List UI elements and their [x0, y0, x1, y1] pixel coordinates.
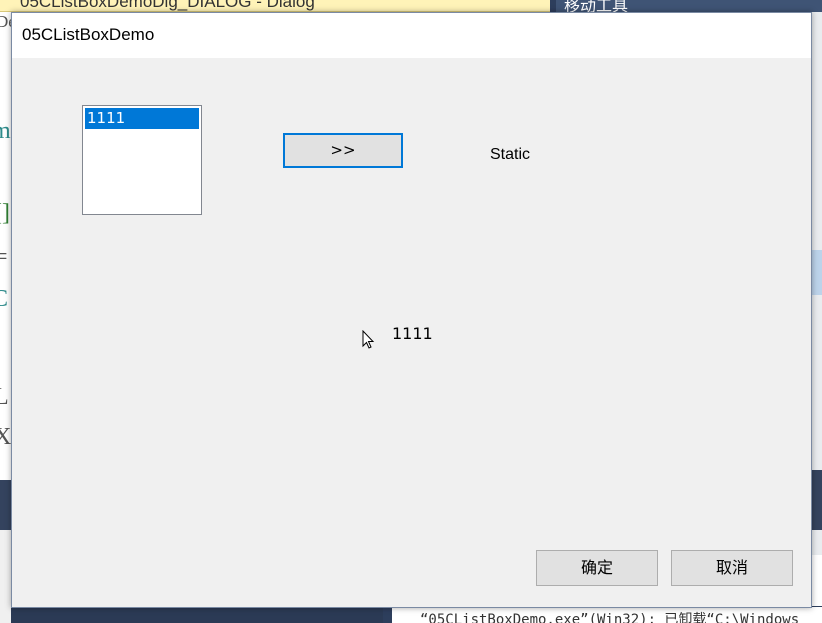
ide-code-fragment: [] — [0, 200, 10, 226]
ide-document-tab-label: 05CListBoxDemoDlg_DIALOG - Dialog — [20, 0, 315, 11]
ide-code-fragment: C — [0, 286, 9, 312]
demo-dialog-window: 05CListBoxDemo 1111 >> Static 1111 确定 取消 — [11, 12, 812, 608]
selected-value-text: 1111 — [392, 324, 433, 343]
ide-code-fragment: L — [0, 384, 9, 410]
ide-output-line: “05CListBoxDemo.exe”(Win32): 已卸载“C:\Wind… — [420, 612, 800, 623]
dialog-title: 05CListBoxDemo — [22, 25, 155, 44]
ide-panel-divider — [0, 480, 11, 530]
ide-right-panel-selection — [811, 250, 822, 295]
dialog-title-bar[interactable]: 05CListBoxDemo — [12, 13, 811, 58]
static-label: Static — [490, 146, 531, 163]
ide-left-panel — [0, 530, 11, 623]
ide-toolbox-title: 移动工具 — [564, 0, 629, 12]
ide-toolbox-header: 移动工具 — [556, 0, 822, 12]
cancel-button[interactable]: 取消 — [671, 550, 793, 586]
listbox-item-selected[interactable]: 1111 — [85, 108, 199, 129]
ide-right-panel — [811, 12, 822, 623]
ide-panel-divider — [811, 470, 822, 530]
ide-output-window: “05CListBoxDemo.exe”(Win32): 已卸载“C:\Wind… — [392, 607, 822, 623]
mouse-pointer-icon — [362, 330, 375, 349]
ok-button[interactable]: 确定 — [536, 550, 658, 586]
ide-code-fragment: = — [0, 244, 8, 270]
item-listbox[interactable]: 1111 — [82, 105, 202, 215]
ide-code-fragment: X — [0, 424, 12, 450]
move-right-button[interactable]: >> — [283, 133, 403, 168]
ide-code-fragment: m — [0, 118, 11, 144]
ide-document-tab[interactable]: 05CListBoxDemoDlg_DIALOG - Dialog — [0, 0, 550, 12]
